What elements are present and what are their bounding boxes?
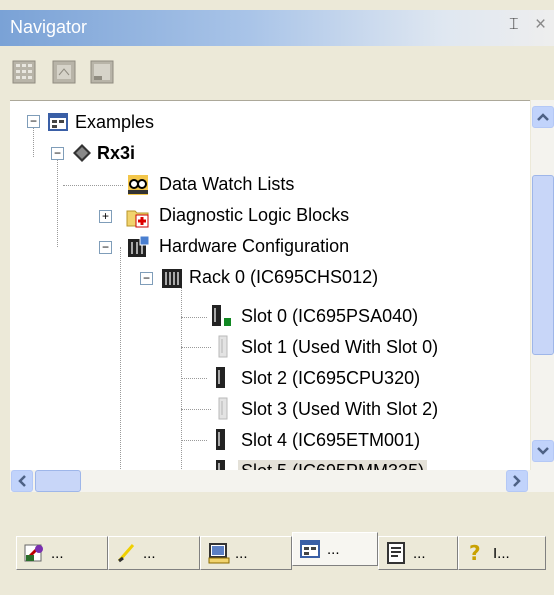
tree-connector	[181, 409, 211, 410]
tree-node-label: Slot 4 (IC695ETM001)	[241, 429, 421, 450]
help-icon: ?	[469, 541, 481, 565]
rack-icon	[160, 266, 184, 290]
tree-node-label: Rack 0 (IC695CHS012)	[189, 266, 379, 287]
scroll-up-button[interactable]	[532, 106, 554, 128]
tree-connector	[63, 185, 123, 186]
tree-connector	[181, 378, 207, 379]
tree-node-label: Examples	[75, 111, 155, 132]
document-icon	[387, 542, 405, 564]
svg-text:?: ?	[469, 541, 481, 565]
scroll-right-button[interactable]	[506, 470, 528, 492]
vertical-scroll-thumb[interactable]	[532, 175, 554, 355]
tree-node-slot-4[interactable]: Slot 4 (IC695ETM001)	[238, 425, 423, 455]
tree-connector	[181, 347, 211, 348]
tab-label: I...	[493, 544, 510, 562]
tab-ladder[interactable]: ...	[200, 536, 292, 570]
variables-icon	[24, 544, 43, 562]
tree-node-label: Slot 3 (Used With Slot 2)	[241, 398, 439, 419]
tab-document[interactable]: ...	[378, 536, 458, 570]
hardware-config-icon	[126, 235, 150, 259]
panel-title: Navigator	[10, 17, 88, 37]
collapse-toggle[interactable]: −	[140, 272, 153, 285]
target-icon	[70, 141, 94, 165]
tree-node-slot-2[interactable]: Slot 2 (IC695CPU320)	[238, 363, 423, 393]
tree-node-slot-0[interactable]: Slot 0 (IC695PSA040)	[238, 301, 421, 331]
tab-label: ...	[51, 544, 64, 562]
tree-node-slot-1[interactable]: Slot 1 (Used With Slot 0)	[238, 332, 441, 362]
tree-node-rack-0[interactable]: Rack 0 (IC695CHS012)	[186, 262, 381, 292]
navigator-tab-bar: ... ... ... ... ... ? I...	[0, 492, 554, 595]
tree-connector	[181, 440, 207, 441]
tree-connector	[57, 157, 58, 247]
tree-node-slot-3[interactable]: Slot 3 (Used With Slot 2)	[238, 394, 441, 424]
chevron-left-icon	[18, 475, 26, 487]
tree-node-examples[interactable]: Examples	[72, 107, 157, 137]
chevron-down-icon	[537, 447, 549, 455]
chevron-right-icon	[513, 475, 521, 487]
chevron-up-icon	[537, 113, 549, 121]
tree-node-label: Data Watch Lists	[159, 173, 295, 194]
tab-project[interactable]: ...	[292, 532, 378, 566]
tree-node-label: Slot 2 (IC695CPU320)	[241, 367, 421, 388]
collapse-toggle[interactable]: −	[51, 147, 64, 160]
grid-view-icon[interactable]	[12, 60, 36, 84]
tab-label: ...	[235, 544, 248, 562]
tree-node-label: Slot 0 (IC695PSA040)	[241, 305, 419, 326]
properties-view-icon[interactable]	[52, 60, 76, 84]
empty-slot-icon	[216, 335, 240, 359]
scroll-left-button[interactable]	[11, 470, 33, 492]
collapse-toggle[interactable]: −	[99, 241, 112, 254]
tree-node-label: Hardware Configuration	[159, 235, 350, 256]
tree-node-label: Slot 1 (Used With Slot 0)	[241, 336, 439, 357]
tab-variables[interactable]: ...	[16, 536, 108, 570]
tree-node-label: Diagnostic Logic Blocks	[159, 204, 350, 225]
tab-label: ...	[143, 544, 156, 562]
list-view-icon[interactable]	[90, 60, 114, 84]
empty-slot-icon	[216, 397, 240, 421]
close-icon[interactable]: ×	[535, 14, 546, 36]
pin-icon[interactable]: ⌶	[509, 16, 519, 34]
tree-node-rx3i[interactable]: Rx3i	[94, 138, 138, 168]
watch-list-icon	[126, 173, 150, 197]
tab-toolchest[interactable]: ...	[108, 536, 200, 570]
horizontal-scroll-thumb[interactable]	[35, 470, 81, 492]
module-icon	[213, 428, 237, 452]
horizontal-scrollbar[interactable]	[10, 470, 554, 492]
project-icon	[47, 110, 71, 134]
tab-label: ...	[327, 540, 340, 558]
navigator-toolbar	[0, 46, 554, 100]
tree-connector	[181, 317, 207, 318]
project-tab-icon	[300, 540, 320, 558]
power-supply-icon	[209, 304, 233, 328]
tree-connector	[33, 127, 34, 157]
tree-node-diagnostic-logic-blocks[interactable]: Diagnostic Logic Blocks	[156, 200, 352, 230]
tab-help[interactable]: ? I...	[458, 536, 546, 570]
title-bar: Navigator ⌶ ×	[0, 10, 554, 46]
collapse-toggle[interactable]: −	[27, 115, 40, 128]
tree-node-data-watch-lists[interactable]: Data Watch Lists	[156, 169, 297, 199]
toolchest-icon	[117, 544, 135, 563]
diagnostic-folder-icon	[126, 205, 150, 229]
expand-toggle[interactable]: +	[99, 210, 112, 223]
scroll-down-button[interactable]	[532, 440, 554, 462]
module-icon	[213, 366, 237, 390]
tab-label: ...	[413, 544, 426, 562]
tree-node-label: Rx3i	[97, 142, 136, 163]
navigator-panel: Navigator ⌶ × − Examples − Rx3i Data Wat…	[0, 0, 554, 595]
tree-node-hardware-configuration[interactable]: Hardware Configuration	[156, 231, 352, 261]
ladder-icon	[208, 543, 230, 564]
